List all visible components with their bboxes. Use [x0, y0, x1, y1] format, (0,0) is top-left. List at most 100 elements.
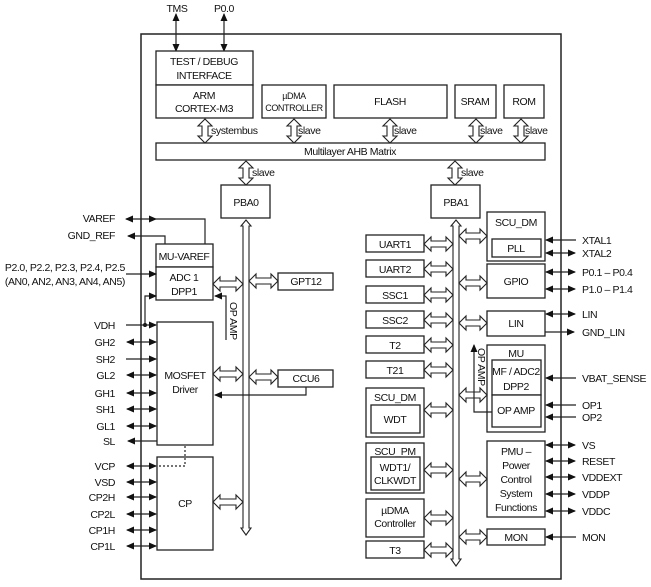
mu-bus-arrow — [458, 386, 488, 404]
ccu6-bus-arrow — [248, 368, 279, 386]
ccu6-label: CCU6 — [293, 373, 321, 385]
scu-dm-bus-arrow — [458, 227, 488, 245]
pin-label-cp1h: CP1H — [89, 525, 115, 537]
uart2-label: UART2 — [379, 264, 412, 276]
block-diagram: TMS P0.0 TEST / DEBUG INTERFACE ARMCORTEX-M3… — [5, 3, 647, 580]
cp-label: CP — [178, 498, 192, 510]
ssc1-bus-arrow — [423, 286, 454, 304]
pba0-slave-arrow — [237, 160, 255, 186]
pin-label-vddc: VDDC — [582, 506, 611, 518]
pin-label-p0-1-p0-4: P0.1 – P0.4 — [582, 267, 633, 279]
pmu-label: Control — [500, 474, 531, 486]
ssc2-bus-arrow — [423, 311, 454, 329]
pin-label-vcp: VCP — [95, 461, 116, 473]
pin-label-vdh: VDH — [94, 320, 115, 332]
udma-label: Controller — [374, 518, 416, 530]
udma-slave-label: slave — [298, 125, 321, 137]
arm-label: CORTEX-M3 — [175, 103, 234, 115]
t3-bus-arrow — [423, 541, 454, 559]
clkwdt-label: CLKWDT — [374, 475, 417, 487]
pin-label-xtal1: XTAL1 — [582, 235, 612, 247]
pin-label-cp2h: CP2H — [89, 492, 115, 504]
pin-label-vbat-sense: VBAT_SENSE — [582, 373, 646, 385]
pba0-label: PBA0 — [233, 197, 259, 209]
pll-label: PLL — [507, 243, 525, 255]
pba1-slave-arrow — [446, 160, 464, 186]
pin-label-vddp: VDDP — [582, 489, 610, 501]
scu-dm-label: SCU_DM — [495, 217, 537, 229]
pin-label-p00: P0.0 — [214, 3, 235, 15]
pin-label-cp2l: CP2L — [90, 509, 115, 521]
t2-label: T2 — [389, 340, 401, 352]
udma-controller-block — [261, 84, 327, 119]
ahb-matrix-label: Multilayer AHB Matrix — [304, 146, 397, 158]
pin-label-gnd-ref: GND_REF — [68, 230, 115, 242]
vdh-to-adc1-line — [144, 292, 157, 325]
pba1-slave-label: slave — [461, 167, 484, 179]
mu-varef-label: MU-VAREF — [159, 251, 210, 263]
udma-label: µDMA — [381, 505, 409, 517]
systembus-label: systembus — [211, 125, 258, 137]
mosfet-bus-arrow — [212, 365, 244, 383]
op-amp-vertical-label: OP AMP — [227, 302, 239, 340]
pin-label-gl1: GL1 — [96, 421, 115, 433]
pin-label-p1-0-p1-4: P1.0 – P1.4 — [582, 284, 633, 296]
scu-pm-bus-arrow — [423, 461, 454, 479]
mon-bus-arrow — [458, 528, 488, 546]
udma-bus-arrow — [423, 509, 454, 527]
pmu-label: Power — [502, 460, 531, 472]
pin-label-sh2: SH2 — [96, 354, 116, 366]
gpt12-bus-arrow — [248, 272, 279, 290]
pin-label-mon: MON — [582, 532, 605, 544]
pba0-slave-label: slave — [252, 167, 275, 179]
gnd-ref-arrow — [127, 232, 166, 244]
opamp-to-adc1-line — [214, 292, 227, 340]
rom-slave-label: slave — [525, 125, 548, 137]
pin-label-vddext: VDDEXT — [582, 472, 623, 484]
pin-label-an: (AN0, AN2, AN3, AN4, AN5) — [5, 276, 125, 288]
dpp2-label: DPP2 — [503, 381, 529, 393]
ssc2-label: SSC2 — [382, 315, 408, 327]
cp-bus-arrow — [212, 493, 244, 511]
ssc1-label: SSC1 — [382, 290, 408, 302]
wdt-label: WDT — [384, 414, 408, 426]
adc1-bus-arrow — [212, 275, 244, 293]
sram-slave-label: slave — [480, 125, 503, 137]
gpio-bus-arrow — [458, 274, 488, 292]
gpt12-label: GPT12 — [290, 276, 322, 288]
uart1-label: UART1 — [379, 239, 412, 251]
pba1-bus — [449, 219, 463, 567]
pin-label-reset: RESET — [582, 456, 616, 468]
mon-label: MON — [504, 532, 527, 544]
rom-label: ROM — [512, 96, 535, 108]
adc1-label: DPP1 — [171, 286, 197, 298]
pin-label-varef: VAREF — [83, 213, 115, 225]
gpio-label: GPIO — [504, 276, 529, 288]
pba1-label: PBA1 — [443, 197, 469, 209]
op-amp-label: OP AMP — [497, 405, 535, 417]
op-amp-vertical-label: OP AMP — [475, 348, 487, 386]
lin-bus-arrow — [458, 314, 488, 332]
pin-label-gh2: GH2 — [95, 337, 116, 349]
scu-dm-label: SCU_DM — [374, 392, 416, 404]
pin-label-op2: OP2 — [582, 412, 602, 424]
sram-label: SRAM — [461, 96, 490, 108]
t3-label: T3 — [389, 545, 401, 557]
varef-line — [156, 218, 206, 244]
pin-label-vs: VS — [582, 440, 596, 452]
mosfet-label: Driver — [172, 384, 199, 396]
pin-label-vsd: VSD — [95, 477, 116, 489]
ccu6-to-mosfet-line — [214, 387, 307, 399]
pmu-label: Functions — [495, 502, 537, 514]
pmu-bus-arrow — [458, 470, 488, 488]
uart1-bus-arrow — [423, 235, 454, 253]
test-debug-label: TEST / DEBUG — [170, 56, 238, 68]
pin-label-op1: OP1 — [582, 400, 602, 412]
arm-label: ARM — [193, 90, 215, 102]
lin-label: LIN — [508, 318, 523, 330]
adc1-label: ADC 1 — [170, 272, 199, 284]
flash-label: FLASH — [374, 96, 406, 108]
flash-slave-label: slave — [394, 125, 417, 137]
pin-label-p2: P2.0, P2.2, P2.3, P2.4, P2.5 — [5, 262, 126, 274]
t21-bus-arrow — [423, 361, 454, 379]
